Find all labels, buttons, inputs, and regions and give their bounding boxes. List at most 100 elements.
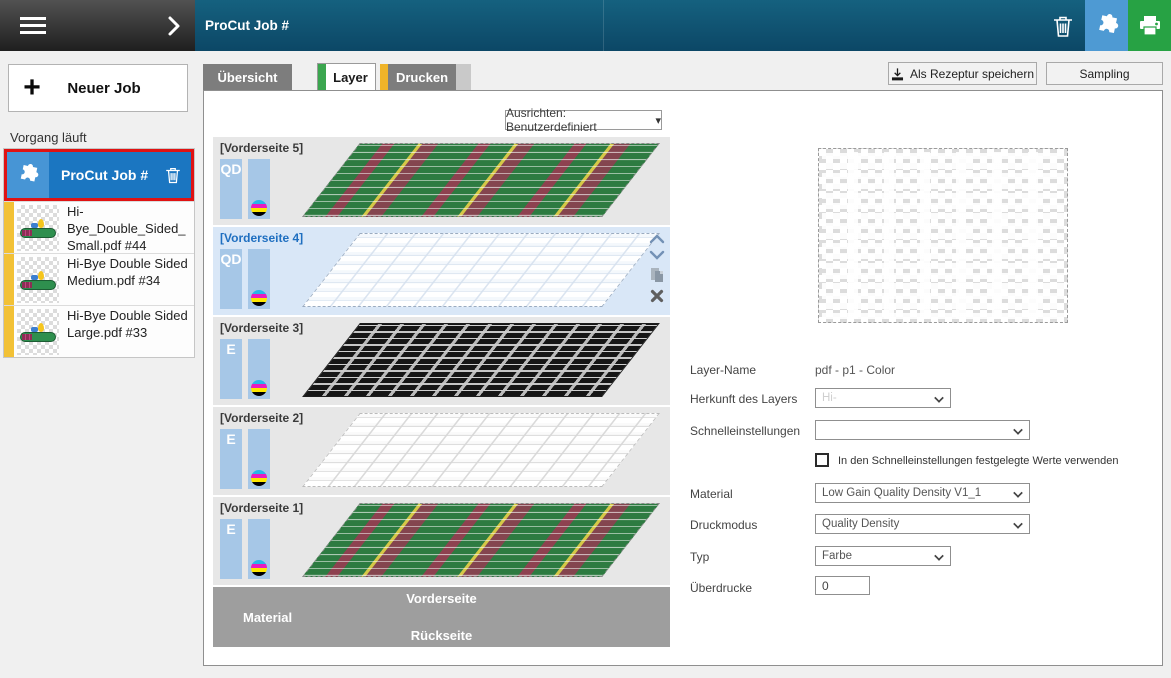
job-trash-icon[interactable] (164, 165, 182, 185)
job-name: Hi-Bye Double Sided Large.pdf #33 (61, 306, 194, 357)
chevron-down-icon (934, 393, 944, 403)
layer-row-vorderseite-3[interactable]: [Vorderseite 3] E (213, 317, 670, 405)
quick-settings-label: Schnelleinstellungen (690, 424, 800, 438)
job-status-stripe (4, 306, 14, 357)
new-job-label: Neuer Job (55, 80, 187, 97)
layer-row-vorderseite-1[interactable]: [Vorderseite 1] E (213, 497, 670, 585)
color-channel-bar (248, 249, 270, 309)
layer-row-vorderseite-5[interactable]: [Vorderseite 5] QD (213, 137, 670, 225)
thumb-blocks (22, 282, 32, 288)
procut-module-button[interactable] (1085, 0, 1128, 51)
back-side-label: Rückseite (213, 628, 670, 643)
color-channel-bar (248, 429, 270, 489)
process-status-label: Vorgang läuft (10, 130, 87, 145)
overprints-label: Überdrucke (690, 581, 752, 595)
download-icon (891, 67, 904, 81)
job-title: ProCut Job # (205, 18, 289, 33)
layer-origin-dropdown[interactable]: Hi- (815, 388, 951, 408)
chevron-down-icon (934, 551, 944, 561)
thumb-blocks (22, 230, 32, 236)
layer-origin-value: Hi- (822, 392, 837, 404)
sampling-button[interactable]: Sampling (1046, 62, 1163, 85)
type-dropdown[interactable]: Farbe (815, 546, 951, 566)
job-item[interactable]: Hi-Bye Double Sided Large.pdf #33 (4, 305, 194, 357)
save-recipe-button[interactable]: Als Rezeptur speichern (888, 62, 1037, 85)
thumb-dot (31, 223, 38, 228)
chevron-down-icon (1013, 519, 1023, 529)
selected-job-name: ProCut Job # (61, 167, 164, 183)
print-mode-badge: E (220, 519, 242, 579)
layer-thumbnail (302, 503, 660, 577)
color-channel-bar (248, 339, 270, 399)
print-mode-badge: QD (220, 249, 242, 309)
color-channel-bar (248, 159, 270, 219)
front-side-label: Vorderseite (213, 587, 670, 606)
collapse-chevron-icon[interactable] (167, 15, 181, 37)
delete-job-button[interactable] (1040, 0, 1085, 51)
layer-thumbnail (302, 323, 660, 397)
job-item-selected[interactable]: ProCut Job # (4, 149, 194, 201)
layer-thumbnail (302, 233, 660, 307)
header-bar: ProCut Job # (0, 0, 1171, 51)
thumb-blocks (22, 334, 32, 340)
material-value: Low Gain Quality Density V1_1 (822, 487, 981, 499)
new-job-button[interactable]: Neuer Job (8, 64, 188, 112)
layer-row-vorderseite-2[interactable]: [Vorderseite 2] E (213, 407, 670, 495)
job-sidebar: Neuer Job Vorgang läuft ProCut Job # (0, 51, 195, 678)
print-mode-badge: E (220, 429, 242, 489)
use-quick-settings-label: In den Schnelleinstellungen festgelegte … (838, 455, 1168, 467)
chevron-down-icon (1013, 425, 1023, 435)
layer-label: [Vorderseite 3] (220, 321, 303, 335)
layer-thumbnail (302, 413, 660, 487)
material-label: Material (690, 487, 733, 501)
layer-list-footer: Vorderseite Material Rückseite (213, 587, 670, 647)
header-menu-area (0, 0, 195, 51)
layer-name-value: pdf - p1 - Color (815, 363, 895, 377)
tab-uebersicht[interactable]: Übersicht (203, 64, 292, 90)
job-name: Hi-Bye Double Sided Medium.pdf #34 (61, 254, 194, 305)
material-dropdown[interactable]: Low Gain Quality Density V1_1 (815, 483, 1030, 503)
job-status-stripe (4, 202, 14, 253)
layer-label: [Vorderseite 4] (220, 231, 303, 245)
job-thumbnail (17, 205, 59, 251)
layer-label: [Vorderseite 2] (220, 411, 303, 425)
cmyk-icon (251, 560, 267, 576)
job-thumbnail (17, 257, 59, 303)
tab-layer-label: Layer (333, 70, 368, 85)
job-item[interactable]: Hi-Bye Double Sided Medium.pdf #34 (4, 253, 194, 305)
delete-layer-icon[interactable] (650, 289, 664, 303)
quick-settings-dropdown[interactable] (815, 420, 1030, 440)
cmyk-icon (251, 290, 267, 306)
cmyk-icon (251, 200, 267, 216)
overprints-input[interactable]: 0 (815, 576, 870, 595)
move-layer-down-icon[interactable] (649, 250, 665, 261)
tab-drucken[interactable]: Drucken (380, 64, 456, 90)
thumb-dot (31, 327, 38, 332)
job-thumbnail (17, 309, 59, 355)
job-item[interactable]: Hi-Bye_Double_Sided_Small.pdf #44 (4, 201, 194, 253)
print-module-button[interactable] (1128, 0, 1171, 51)
thumb-flame (38, 271, 44, 280)
material-layer-label: Material (243, 610, 292, 625)
layer-label: [Vorderseite 1] (220, 501, 303, 515)
layer-label: [Vorderseite 5] (220, 141, 303, 155)
hamburger-menu-icon[interactable] (20, 17, 46, 20)
tab-layer[interactable]: Layer (317, 63, 376, 91)
cmyk-icon (251, 470, 267, 486)
align-dropdown[interactable]: Ausrichten: Benutzerdefiniert (505, 110, 662, 130)
plus-icon (9, 66, 55, 110)
print-mode-dropdown[interactable]: Quality Density (815, 514, 1030, 534)
type-label: Typ (690, 550, 709, 564)
app-window: ProCut Job # Neuer Job Vorgan (0, 0, 1171, 678)
move-layer-up-icon[interactable] (649, 233, 665, 244)
overprints-value: 0 (822, 579, 829, 593)
use-quick-settings-checkbox[interactable] (815, 453, 829, 467)
tab-green-stripe (318, 64, 326, 91)
job-status-stripe (4, 254, 14, 305)
thumb-flame (38, 323, 44, 332)
type-value: Farbe (822, 550, 852, 562)
print-mode-badge: E (220, 339, 242, 399)
layer-row-vorderseite-4[interactable]: [Vorderseite 4] QD (213, 227, 670, 315)
duplicate-layer-icon[interactable] (649, 267, 665, 283)
sampling-label: Sampling (1079, 67, 1129, 81)
